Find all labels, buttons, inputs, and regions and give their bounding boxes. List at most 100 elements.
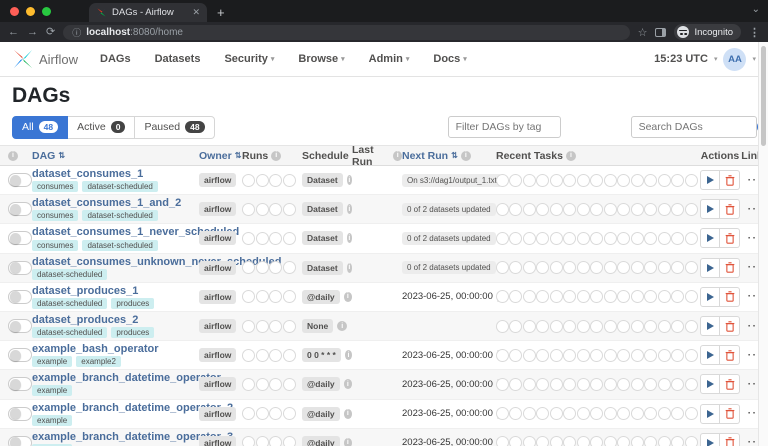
status-circle[interactable] <box>658 407 671 420</box>
window-controls[interactable] <box>0 0 61 22</box>
trigger-dag-button[interactable] <box>700 374 720 394</box>
status-circle[interactable] <box>590 290 603 303</box>
delete-dag-button[interactable] <box>720 170 740 190</box>
site-info-icon[interactable]: ⓘ <box>72 26 81 39</box>
minimize-window-button[interactable] <box>26 7 35 16</box>
status-circle[interactable] <box>563 378 576 391</box>
status-circle[interactable] <box>523 174 536 187</box>
owner-badge[interactable]: airflow <box>199 173 236 187</box>
status-circle[interactable] <box>563 407 576 420</box>
status-circle[interactable] <box>242 203 255 216</box>
status-circle[interactable] <box>536 290 549 303</box>
delete-dag-button[interactable] <box>720 258 740 278</box>
status-circle[interactable] <box>658 174 671 187</box>
status-circle[interactable] <box>658 232 671 245</box>
status-circle[interactable] <box>550 407 563 420</box>
status-circle[interactable] <box>644 174 657 187</box>
clock-utc[interactable]: 15:23 UTC <box>654 53 708 65</box>
dag-tag[interactable]: consumes <box>32 210 78 221</box>
status-circle[interactable] <box>617 436 630 446</box>
trigger-dag-button[interactable] <box>700 345 720 365</box>
browser-tab[interactable]: DAGs - Airflow ✕ <box>89 3 207 22</box>
dag-tag[interactable]: dataset-scheduled <box>32 269 107 280</box>
schedule-badge[interactable]: None <box>302 319 333 333</box>
info-icon[interactable]: i <box>347 204 352 214</box>
info-icon[interactable]: i <box>344 438 352 446</box>
owner-badge[interactable]: airflow <box>199 348 236 362</box>
status-circle[interactable] <box>685 232 698 245</box>
status-circle[interactable] <box>256 436 269 446</box>
schedule-badge[interactable]: @daily <box>302 377 340 391</box>
status-circle[interactable] <box>631 436 644 446</box>
owner-badge[interactable]: airflow <box>199 261 236 275</box>
status-circle[interactable] <box>536 320 549 333</box>
dag-tag[interactable]: consumes <box>32 240 78 251</box>
status-circle[interactable] <box>269 320 282 333</box>
dag-name-link[interactable]: dataset_consumes_1 <box>32 168 143 180</box>
tag-filter-input[interactable] <box>448 116 561 138</box>
dag-pause-toggle[interactable] <box>8 407 32 421</box>
back-icon[interactable]: ← <box>8 27 19 38</box>
status-circle[interactable] <box>496 261 509 274</box>
owner-badge[interactable]: airflow <box>199 231 236 245</box>
dag-pause-toggle[interactable] <box>8 261 32 275</box>
status-circle[interactable] <box>671 290 684 303</box>
owner-badge[interactable]: airflow <box>199 202 236 216</box>
status-circle[interactable] <box>685 320 698 333</box>
dag-pause-toggle[interactable] <box>8 348 32 362</box>
status-circle[interactable] <box>631 203 644 216</box>
status-circle[interactable] <box>496 407 509 420</box>
status-circle[interactable] <box>685 203 698 216</box>
header-next-run[interactable]: Next Run⇅i <box>402 150 496 162</box>
info-icon[interactable]: i <box>347 175 352 185</box>
status-circle[interactable] <box>644 203 657 216</box>
status-circle[interactable] <box>536 349 549 362</box>
nav-item-admin[interactable]: Admin▾ <box>369 53 410 65</box>
schedule-badge[interactable]: @daily <box>302 407 340 421</box>
status-circle[interactable] <box>671 203 684 216</box>
status-circle[interactable] <box>685 174 698 187</box>
status-circle[interactable] <box>671 349 684 362</box>
status-circle[interactable] <box>496 174 509 187</box>
dag-name-link[interactable]: example_branch_datetime_operator <box>32 372 221 384</box>
status-circle[interactable] <box>658 349 671 362</box>
status-circle[interactable] <box>617 174 630 187</box>
status-circle[interactable] <box>523 436 536 446</box>
status-circle[interactable] <box>631 232 644 245</box>
status-circle[interactable] <box>577 261 590 274</box>
status-circle[interactable] <box>577 203 590 216</box>
schedule-badge[interactable]: 0 0 * * * <box>302 348 341 362</box>
status-circle[interactable] <box>617 261 630 274</box>
owner-badge[interactable]: airflow <box>199 290 236 304</box>
schedule-badge[interactable]: Dataset <box>302 173 343 187</box>
status-circle[interactable] <box>536 203 549 216</box>
info-icon[interactable]: i <box>461 151 471 161</box>
status-circle[interactable] <box>269 407 282 420</box>
status-circle[interactable] <box>283 290 296 303</box>
dag-pause-toggle[interactable] <box>8 377 32 391</box>
status-circle[interactable] <box>283 407 296 420</box>
status-circle[interactable] <box>523 203 536 216</box>
status-circle[interactable] <box>631 290 644 303</box>
status-circle[interactable] <box>577 174 590 187</box>
status-circle[interactable] <box>283 378 296 391</box>
status-circle[interactable] <box>550 203 563 216</box>
delete-dag-button[interactable] <box>720 404 740 424</box>
chevron-down-icon[interactable]: ⌄ <box>752 4 760 15</box>
info-icon[interactable]: i <box>347 233 352 243</box>
status-circle[interactable] <box>563 349 576 362</box>
info-icon[interactable]: i <box>337 321 347 331</box>
delete-dag-button[interactable] <box>720 199 740 219</box>
dag-pause-toggle[interactable] <box>8 173 32 187</box>
side-panel-icon[interactable] <box>655 28 666 37</box>
status-circle[interactable] <box>617 290 630 303</box>
status-circle[interactable] <box>604 320 617 333</box>
status-circle[interactable] <box>685 436 698 446</box>
status-circle[interactable] <box>604 203 617 216</box>
status-circle[interactable] <box>550 232 563 245</box>
delete-dag-button[interactable] <box>720 316 740 336</box>
dag-pause-toggle[interactable] <box>8 231 32 245</box>
status-circle[interactable] <box>536 261 549 274</box>
status-circle[interactable] <box>590 203 603 216</box>
status-circle[interactable] <box>256 261 269 274</box>
